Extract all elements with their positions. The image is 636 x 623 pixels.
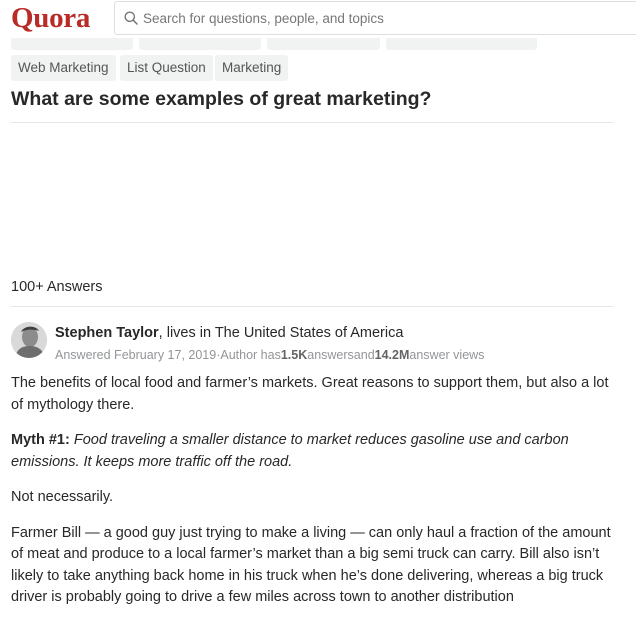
author-avatar[interactable] [11,322,47,358]
avatar-photo-icon [11,322,47,358]
quora-logo[interactable]: Quora [11,2,90,35]
divider [11,122,613,123]
answer-paragraph: The benefits of local food and farmer’s … [11,375,609,413]
search-input[interactable] [143,2,633,34]
answer-paragraph: Farmer Bill — a good guy just trying to … [11,524,611,606]
divider [11,306,613,307]
answered-date[interactable]: Answered February 17, 2019 [55,348,216,362]
answers-count: 100+ Answers [11,279,103,295]
author-name[interactable]: Stephen Taylor [55,325,159,341]
views-word: answer views [409,348,485,362]
question-title: What are some examples of great marketin… [11,88,432,110]
views-total: 14.2M [374,348,410,362]
myth-label: Myth #1: [11,432,70,448]
search-icon [124,11,138,25]
answers-word: answersand [307,348,375,362]
answer-paragraph-myth: Myth #1: Food traveling a smaller distan… [11,430,616,473]
myth-text: Food traveling a smaller distance to mar… [11,432,569,470]
top-header: Quora [0,0,636,38]
search-box[interactable] [114,1,636,35]
answer-body: The benefits of local food and farmer’s … [11,373,616,623]
author-credential[interactable]: , lives in The United States of America [159,325,404,341]
topic-chip-list-question[interactable]: List Question [120,55,213,81]
topic-chip-marketing[interactable]: Marketing [215,55,289,81]
answer-meta: Answered February 17, 2019·Author has1.5… [55,348,484,362]
author-stats-prefix: ·Author has [216,348,281,362]
answer-paragraph: Not necessarily. [11,489,114,505]
answers-total: 1.5K [280,348,308,362]
author-line: Stephen Taylor, lives in The United Stat… [55,325,403,341]
topic-chip-web-marketing[interactable]: Web Marketing [11,55,116,81]
